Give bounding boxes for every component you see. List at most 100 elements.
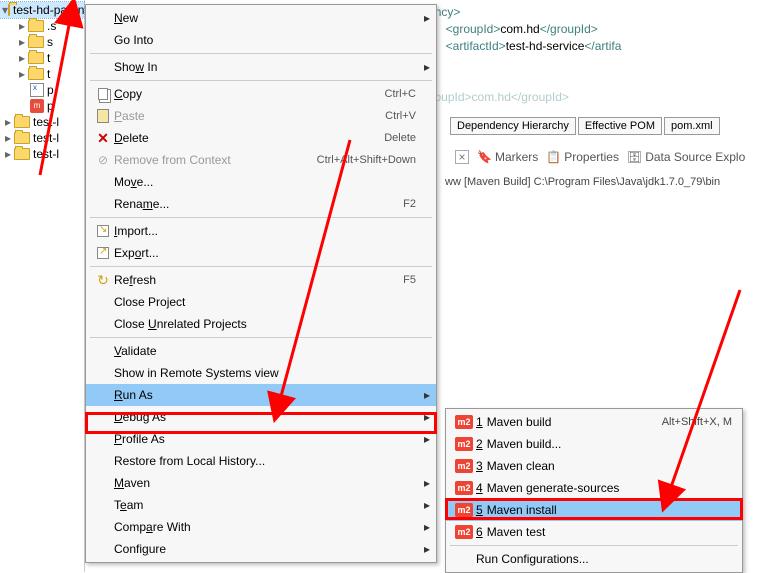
tab-markers[interactable]: 🔖Markers [477,150,538,164]
menu-separator [90,80,432,81]
submenu-run-configurations[interactable]: Run Configurations... [446,548,742,570]
m2-icon: m2 [455,459,473,473]
console-output: ww [Maven Build] C:\Program Files\Java\j… [445,176,720,188]
submenu-arrow-icon: ▸ [424,11,430,25]
context-menu: New▸ Go Into Show In▸ CopyCtrl+C PasteCt… [85,4,437,563]
tree-label: p [47,83,54,97]
tab-pomxml[interactable]: pom.xml [664,117,720,135]
tree-item[interactable]: ▸test-l [0,130,84,146]
tree-label: test-hd-parent [13,3,88,17]
chevron-right-icon: ▸ [16,35,28,49]
m2-icon: m2 [455,437,473,451]
menu-debug-as[interactable]: Debug As▸ [86,406,436,428]
tree-item[interactable]: ▸t [0,66,84,82]
submenu-maven-build[interactable]: m21Maven buildAlt+Shift+X, M [446,411,742,433]
menu-separator [90,53,432,54]
tree-item[interactable]: ▸t [0,50,84,66]
tree-item[interactable]: ▸test-l [0,146,84,162]
m2-icon: m [30,99,44,113]
close-icon[interactable]: × [455,150,469,164]
submenu-maven-generate-sources[interactable]: m24Maven generate-sources [446,477,742,499]
menu-restore-history[interactable]: Restore from Local History... [86,450,436,472]
menu-separator [450,545,738,546]
tree-item[interactable]: ▸test-l [0,114,84,130]
menu-new[interactable]: New▸ [86,7,436,29]
menu-validate[interactable]: Validate [86,340,436,362]
menu-export[interactable]: Export... [86,242,436,264]
menu-go-into[interactable]: Go Into [86,29,436,51]
tree-item[interactable]: mp [0,98,84,114]
menu-remove-context[interactable]: ⊘Remove from ContextCtrl+Alt+Shift+Down [86,149,436,171]
submenu-arrow-icon: ▸ [424,60,430,74]
menu-separator [90,266,432,267]
xml-icon [30,83,44,97]
menu-move[interactable]: Move... [86,171,436,193]
menu-separator [90,337,432,338]
submenu-arrow-icon: ▸ [424,388,430,402]
menu-paste[interactable]: PasteCtrl+V [86,105,436,127]
tree-label: s [47,35,53,49]
folder-icon [28,52,44,64]
submenu-maven-build-dots[interactable]: m22Maven build... [446,433,742,455]
refresh-icon: ↻ [97,272,109,289]
submenu-arrow-icon: ▸ [424,542,430,556]
export-icon [97,247,109,259]
menu-import[interactable]: Import... [86,220,436,242]
menu-close-project[interactable]: Close Project [86,291,436,313]
tree-label: .s [47,19,56,33]
tree-item[interactable]: ▸s [0,34,84,50]
folder-icon [28,68,44,80]
properties-icon: 📋 [546,150,561,164]
copy-icon [98,88,108,100]
chevron-right-icon: ▸ [16,51,28,65]
menu-delete[interactable]: ✕DeleteDelete [86,127,436,149]
tree-label: test-l [33,131,59,145]
tree-label: p [47,99,54,113]
tab-effective-pom[interactable]: Effective POM [578,117,662,135]
delete-icon: ✕ [97,131,109,145]
folder-icon [28,36,44,48]
submenu-arrow-icon: ▸ [424,410,430,424]
menu-copy[interactable]: CopyCtrl+C [86,83,436,105]
submenu-arrow-icon: ▸ [424,520,430,534]
menu-maven[interactable]: Maven▸ [86,472,436,494]
paste-icon [97,109,109,123]
folder-icon [14,116,30,128]
chevron-right-icon: ▸ [16,19,28,33]
submenu-arrow-icon: ▸ [424,432,430,446]
tree-item[interactable]: ▸ .s [0,18,84,34]
submenu-maven-test[interactable]: m26Maven test [446,521,742,543]
menu-team[interactable]: Team▸ [86,494,436,516]
remove-context-icon: ⊘ [98,153,108,167]
folder-icon [8,4,10,16]
datasource-icon: 🗄 [627,150,642,164]
menu-run-as[interactable]: Run As▸ [86,384,436,406]
import-icon [97,225,109,237]
tree-root[interactable]: ▾ test-hd-parent [0,2,84,18]
m2-icon: m2 [455,415,473,429]
views-tab-bar: × 🔖Markers 📋Properties 🗄Data Source Expl… [455,150,777,164]
menu-show-remote[interactable]: Show in Remote Systems view [86,362,436,384]
menu-rename[interactable]: Rename...F2 [86,193,436,215]
menu-configure[interactable]: Configure▸ [86,538,436,560]
tree-label: test-l [33,147,59,161]
tab-properties[interactable]: 📋Properties [546,150,619,164]
tab-datasource[interactable]: 🗄Data Source Explo [627,150,745,164]
tree-label: test-l [33,115,59,129]
m2-icon: m2 [455,503,473,517]
menu-profile-as[interactable]: Profile As▸ [86,428,436,450]
menu-close-unrelated[interactable]: Close Unrelated Projects [86,313,436,335]
editor-tab-bar: Dependency Hierarchy Effective POM pom.x… [450,117,720,135]
menu-compare-with[interactable]: Compare With▸ [86,516,436,538]
tab-dependency-hierarchy[interactable]: Dependency Hierarchy [450,117,576,135]
submenu-arrow-icon: ▸ [424,498,430,512]
tree-item[interactable]: p [0,82,84,98]
folder-icon [14,132,30,144]
project-tree[interactable]: ▾ test-hd-parent ▸.s ▸s ▸t ▸t p mp ▸test… [0,0,85,572]
menu-separator [90,217,432,218]
submenu-maven-install[interactable]: m25Maven install [446,499,742,521]
markers-icon: 🔖 [477,150,492,164]
menu-show-in[interactable]: Show In▸ [86,56,436,78]
submenu-maven-clean[interactable]: m23Maven clean [446,455,742,477]
menu-refresh[interactable]: ↻RefreshF5 [86,269,436,291]
